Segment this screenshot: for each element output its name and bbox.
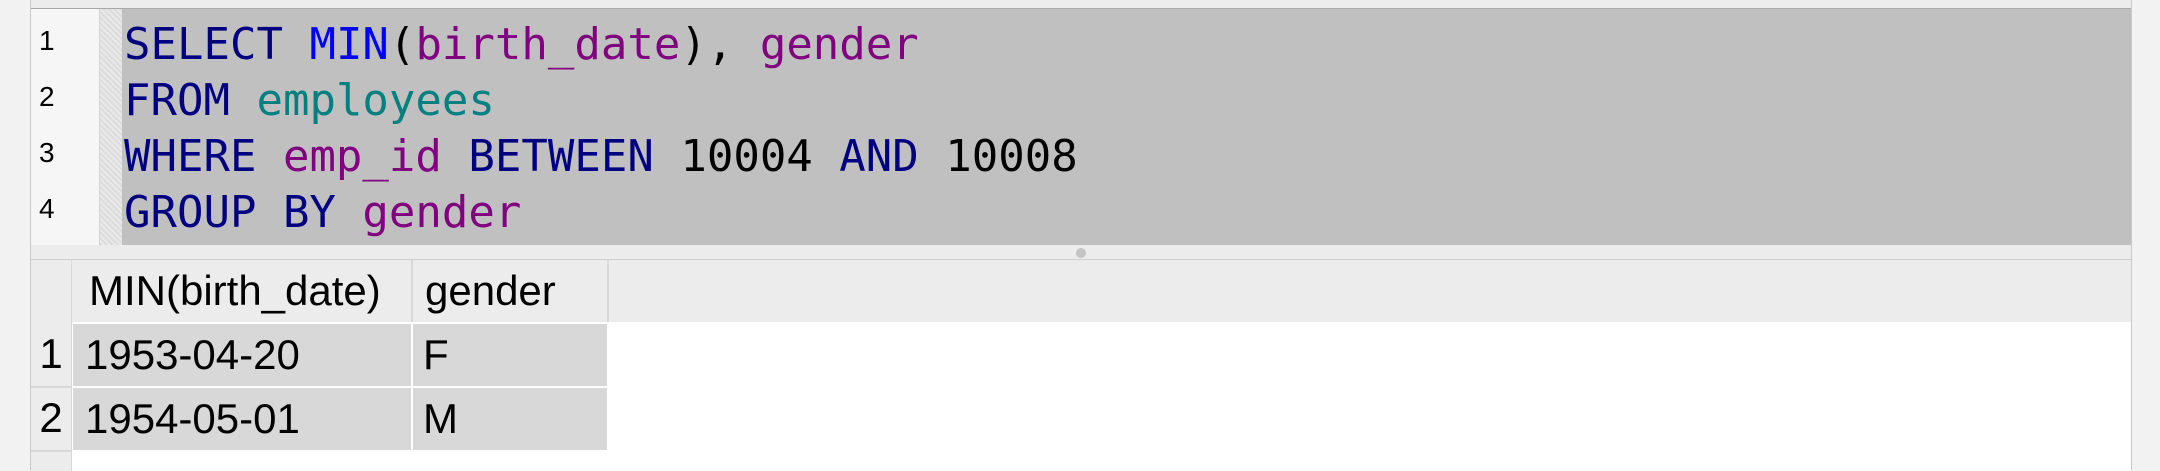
code-line[interactable]: SELECT MIN(birth_date), gender xyxy=(124,17,919,73)
code-token-tbl: employees xyxy=(256,75,495,126)
code-token-col: birth_date xyxy=(415,19,681,70)
code-line[interactable]: GROUP BY gender xyxy=(124,185,521,241)
column-header-min-birth-date[interactable]: MIN(birth_date) xyxy=(73,260,413,322)
pane-splitter[interactable] xyxy=(31,245,2131,259)
line-number: 4 xyxy=(39,193,55,224)
row-number[interactable]: 2 xyxy=(31,386,71,450)
sql-editor[interactable]: 1 2 3 4 SELECT MIN(birth_date), gender F… xyxy=(31,8,2131,246)
line-number: 2 xyxy=(39,81,55,112)
code-token-kw: SELECT xyxy=(124,19,283,70)
code-token-col: gender xyxy=(362,187,522,238)
code-token-num: 10004 xyxy=(680,131,813,182)
code-token-num: 10008 xyxy=(945,131,1078,182)
table-cell[interactable]: 1953-04-20 xyxy=(73,324,411,386)
code-token-kw: FROM xyxy=(124,75,230,126)
column-header-gender[interactable]: gender xyxy=(413,260,609,322)
row-number-column: 1 2 xyxy=(31,322,72,471)
row-number[interactable]: 1 xyxy=(31,322,71,386)
code-token-kw: GROUP BY xyxy=(124,187,336,238)
splitter-handle-icon[interactable] xyxy=(1076,248,1086,258)
code-token-kw: BETWEEN xyxy=(468,131,654,182)
code-token-plain: ), xyxy=(680,19,760,70)
code-token-col: gender xyxy=(759,19,919,70)
code-token-kw: WHERE xyxy=(124,131,257,182)
line-number-gutter: 1 2 3 4 xyxy=(31,9,100,245)
table-cell[interactable]: M xyxy=(413,388,607,450)
code-line[interactable]: FROM employees xyxy=(124,73,495,129)
table-cell[interactable]: F xyxy=(413,324,607,386)
results-header-row: MIN(birth_date) gender xyxy=(31,260,2131,322)
code-area[interactable]: SELECT MIN(birth_date), gender FROM empl… xyxy=(122,9,2131,245)
results-grid: MIN(birth_date) gender 1 2 1953-04-20 F … xyxy=(31,259,2131,471)
fold-margin xyxy=(100,9,122,245)
line-number: 3 xyxy=(39,137,55,168)
code-line[interactable]: WHERE emp_id BETWEEN 10004 AND 10008 xyxy=(124,129,1078,185)
code-token-col: emp_id xyxy=(282,131,442,182)
code-token-kw: AND xyxy=(839,131,919,182)
sql-query-window: 1 2 3 4 SELECT MIN(birth_date), gender F… xyxy=(30,0,2132,471)
row-divider xyxy=(31,450,71,452)
line-number: 1 xyxy=(39,25,55,56)
grid-corner xyxy=(31,260,72,322)
code-token-fn: MIN xyxy=(309,19,389,70)
table-cell[interactable]: 1954-05-01 xyxy=(73,388,411,450)
code-token-plain: ( xyxy=(388,19,416,70)
